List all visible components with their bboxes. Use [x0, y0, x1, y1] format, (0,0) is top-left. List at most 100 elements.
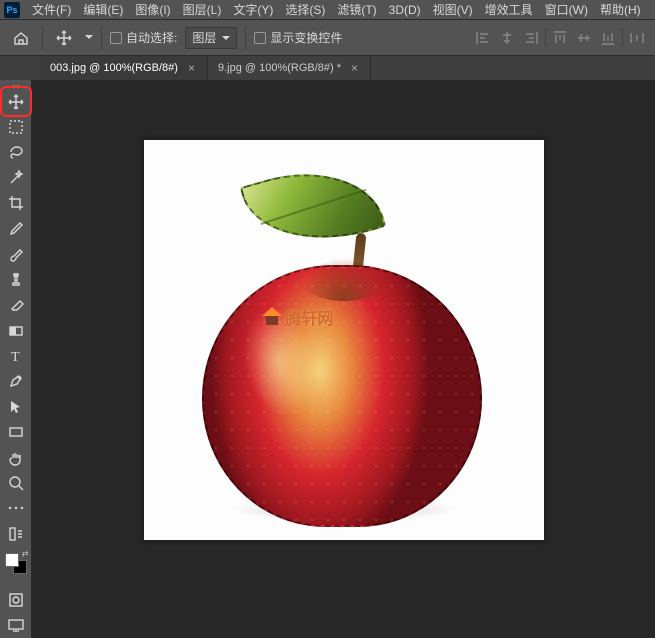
align-top-icon[interactable]	[550, 28, 570, 48]
chevron-down-icon	[222, 34, 230, 42]
brush-icon	[7, 245, 25, 263]
tool-preset-button[interactable]	[51, 25, 77, 51]
move-tool[interactable]	[4, 90, 28, 113]
edit-toolbar[interactable]	[4, 522, 28, 545]
quickmask-icon	[7, 591, 25, 609]
close-icon[interactable]: ×	[186, 61, 197, 75]
edit-icon	[7, 525, 25, 543]
apple-speckle	[204, 267, 480, 525]
type-tool[interactable]: T	[4, 344, 28, 367]
eyedropper-icon	[7, 220, 25, 238]
stamp-tool[interactable]	[4, 268, 28, 291]
tab-9[interactable]: 9.jpg @ 100%(RGB/8#) * ×	[208, 56, 371, 80]
zoom-tool[interactable]	[4, 471, 28, 494]
menu-filter[interactable]: 滤镜(T)	[331, 0, 382, 20]
lasso-tool[interactable]	[4, 141, 28, 164]
pen-icon	[7, 372, 25, 390]
align-center-v-icon[interactable]	[574, 28, 594, 48]
menu-plugins[interactable]: 增效工具	[479, 0, 539, 20]
divider	[245, 26, 246, 50]
grip-icon[interactable]	[13, 83, 19, 89]
watermark-text: 腾轩网	[286, 305, 334, 329]
divider	[101, 26, 102, 50]
marquee-icon	[7, 118, 25, 136]
menu-help[interactable]: 帮助(H)	[594, 0, 647, 20]
ellipsis-icon	[7, 503, 25, 513]
marquee-tool[interactable]	[4, 115, 28, 138]
tool-strip: T ⇄	[0, 80, 32, 638]
home-button[interactable]	[8, 25, 34, 51]
hand-tool[interactable]	[4, 446, 28, 469]
screenmode-tool[interactable]	[4, 613, 28, 636]
pen-tool[interactable]	[4, 370, 28, 393]
align-center-h-icon[interactable]	[497, 28, 517, 48]
align-bottom-icon[interactable]	[598, 28, 618, 48]
canvas-area[interactable]: 腾轩网	[32, 80, 655, 638]
align-left-icon[interactable]	[473, 28, 493, 48]
type-icon: T	[7, 347, 25, 365]
more-tools[interactable]	[4, 497, 28, 520]
show-transform-checkbox[interactable]: 显示变换控件	[254, 29, 342, 46]
chevron-down-icon[interactable]	[85, 29, 93, 47]
menu-type[interactable]: 文字(Y)	[227, 0, 279, 20]
divider	[622, 28, 623, 46]
menu-select[interactable]: 选择(S)	[279, 0, 331, 20]
watermark: 腾轩网	[262, 305, 334, 329]
rectangle-icon	[7, 423, 25, 441]
menu-image[interactable]: 图像(I)	[129, 0, 176, 20]
shape-tool[interactable]	[4, 420, 28, 443]
app-logo: Ps	[4, 2, 20, 18]
eraser-tool[interactable]	[4, 293, 28, 316]
hand-icon	[7, 449, 25, 467]
gradient-tool[interactable]	[4, 319, 28, 342]
zoom-icon	[7, 474, 25, 492]
canvas[interactable]: 腾轩网	[144, 140, 544, 540]
menu-window[interactable]: 窗口(W)	[539, 0, 594, 20]
menu-bar: Ps 文件(F) 编辑(E) 图像(I) 图层(L) 文字(Y) 选择(S) 滤…	[0, 0, 655, 20]
divider	[42, 26, 43, 50]
options-bar: 自动选择: 图层 显示变换控件	[0, 20, 655, 56]
move-icon	[7, 93, 25, 111]
tab-label: 003.jpg @ 100%(RGB/8#)	[50, 62, 178, 74]
svg-text:T: T	[11, 350, 20, 365]
menu-3d[interactable]: 3D(D)	[383, 0, 427, 20]
quickmask-tool[interactable]	[4, 588, 28, 611]
path-select-tool[interactable]	[4, 395, 28, 418]
menu-layer[interactable]: 图层(L)	[177, 0, 228, 20]
distribute-h-icon[interactable]	[627, 28, 647, 48]
tab-label: 9.jpg @ 100%(RGB/8#) *	[218, 62, 341, 74]
swap-colors-icon[interactable]: ⇄	[22, 549, 29, 558]
align-group	[473, 28, 647, 48]
eyedropper-tool[interactable]	[4, 217, 28, 240]
auto-select-label: 自动选择:	[126, 29, 177, 46]
crop-tool[interactable]	[4, 192, 28, 215]
magic-wand-tool[interactable]	[4, 166, 28, 189]
eraser-icon	[7, 296, 25, 314]
close-icon[interactable]: ×	[349, 61, 360, 75]
auto-select-checkbox[interactable]: 自动选择:	[110, 29, 177, 46]
auto-select-dropdown[interactable]: 图层	[185, 27, 237, 49]
show-transform-label: 显示变换控件	[270, 29, 342, 46]
apple-body	[202, 265, 482, 527]
tab-003[interactable]: 003.jpg @ 100%(RGB/8#) ×	[40, 56, 208, 80]
arrow-icon	[7, 398, 25, 416]
home-icon	[12, 29, 30, 47]
watermark-logo-icon	[262, 307, 282, 327]
menu-file[interactable]: 文件(F)	[26, 0, 77, 20]
menu-edit[interactable]: 编辑(E)	[77, 0, 129, 20]
align-right-icon[interactable]	[521, 28, 541, 48]
document-tab-bar: 003.jpg @ 100%(RGB/8#) × 9.jpg @ 100%(RG…	[0, 56, 655, 80]
divider	[545, 28, 546, 46]
screenmode-icon	[7, 616, 25, 634]
auto-select-value: 图层	[192, 29, 216, 46]
stamp-icon	[7, 271, 25, 289]
crop-icon	[7, 194, 25, 212]
checkbox-icon	[254, 32, 266, 44]
foreground-color[interactable]	[5, 553, 19, 567]
brush-tool[interactable]	[4, 243, 28, 266]
color-swatch[interactable]: ⇄	[5, 553, 27, 574]
menu-view[interactable]: 视图(V)	[427, 0, 479, 20]
move-icon	[55, 29, 73, 47]
lasso-icon	[7, 144, 25, 162]
wand-icon	[7, 169, 25, 187]
